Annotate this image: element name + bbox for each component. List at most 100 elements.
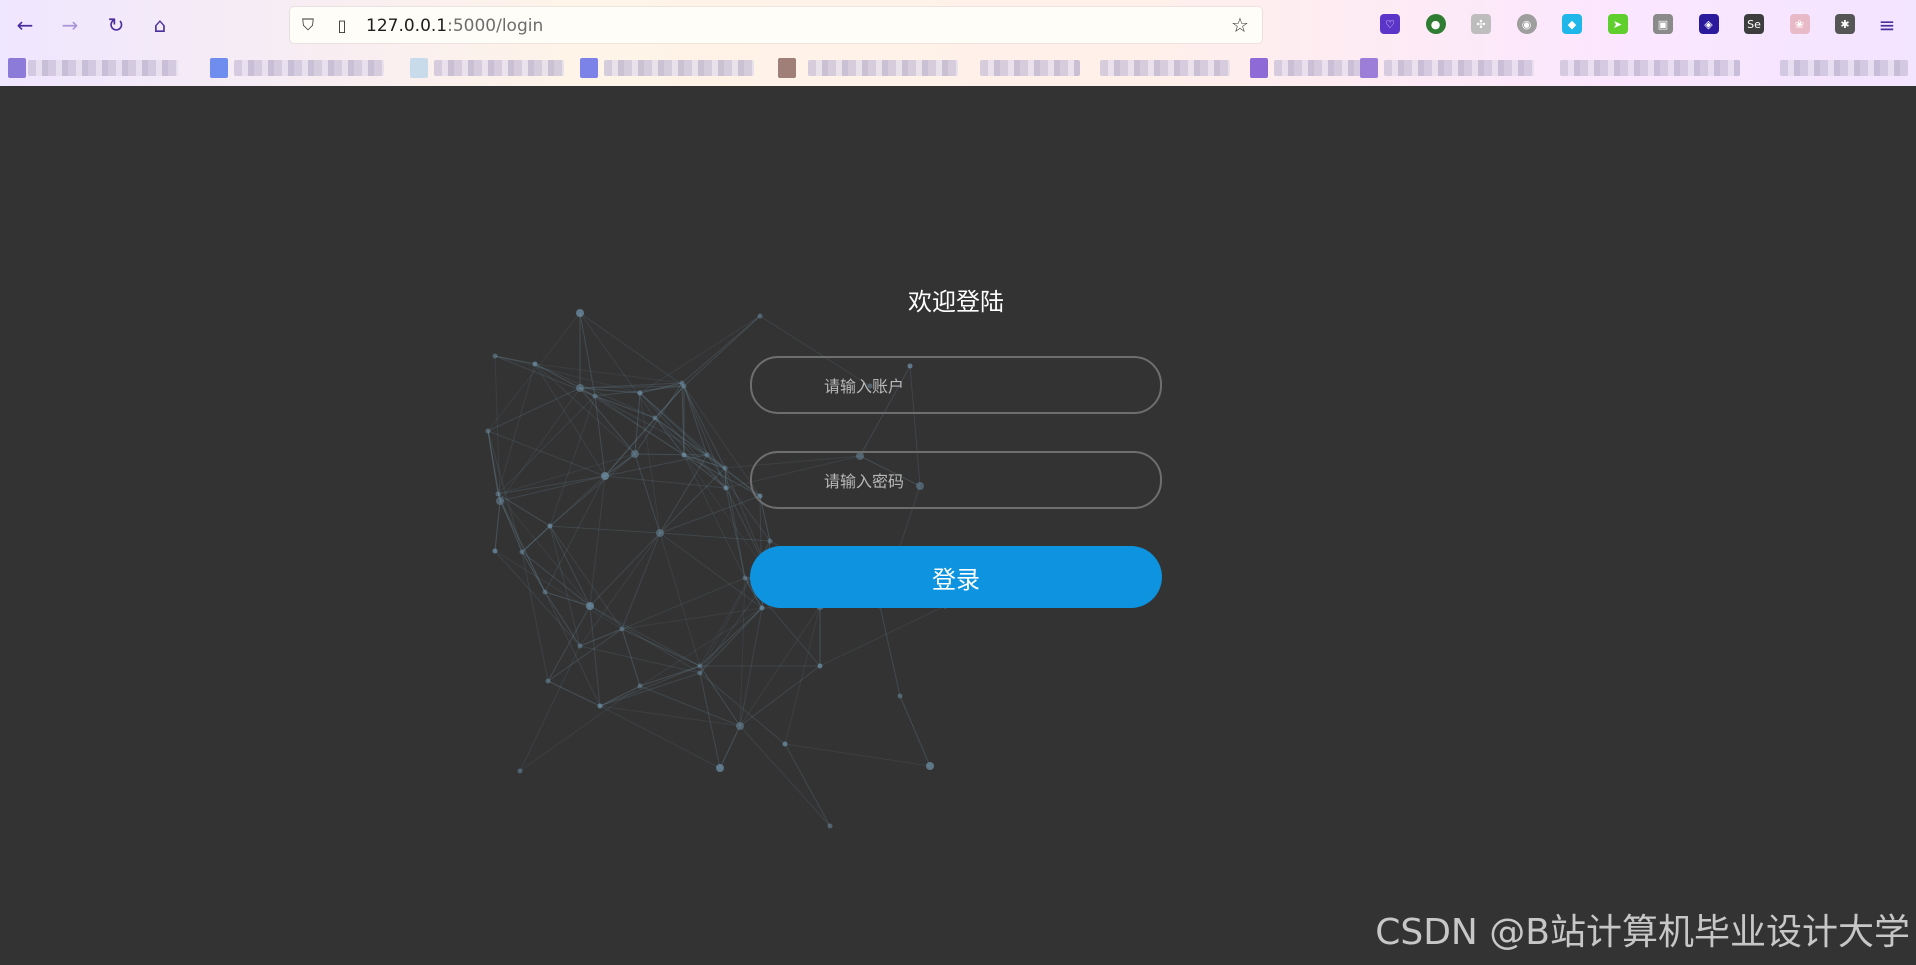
network-line	[589, 532, 661, 607]
network-line	[681, 315, 761, 384]
page-info-icon[interactable]: ▯	[332, 15, 352, 35]
network-extension-icon[interactable]: ✣	[1471, 14, 1491, 34]
address-bar[interactable]: ⛉ ▯ 127.0.0.1:5000/login ☆	[290, 7, 1262, 43]
network-line	[739, 725, 831, 827]
url-host: 127.0.0.1	[366, 16, 448, 36]
network-line	[521, 551, 591, 607]
login-button[interactable]: 登录	[750, 546, 1162, 608]
network-node	[637, 390, 643, 396]
layers-extension-icon[interactable]: ◈	[1698, 14, 1719, 34]
network-line	[521, 551, 546, 593]
network-line	[784, 605, 821, 745]
url-path: :5000/login	[447, 16, 544, 36]
selenium-extension-icon[interactable]: Se	[1744, 14, 1764, 34]
network-line	[604, 475, 727, 489]
bookmark-item[interactable]	[1100, 60, 1230, 76]
network-node	[759, 605, 765, 611]
network-line	[547, 628, 623, 682]
bookmarks-bar	[0, 56, 1916, 82]
network-node	[736, 722, 744, 730]
network-node	[697, 670, 703, 676]
network-node	[681, 452, 687, 458]
network-line	[621, 607, 763, 630]
bookmark-item[interactable]	[1384, 60, 1534, 76]
network-node	[897, 693, 903, 699]
csdn-watermark: CSDN @B站计算机毕业设计大学	[1375, 912, 1910, 953]
network-node	[619, 626, 625, 632]
back-arrow-icon[interactable]: ←	[10, 10, 40, 40]
circle-extension-icon[interactable]: ◉	[1516, 14, 1537, 34]
gray-extension-icon[interactable]: ▣	[1653, 14, 1673, 34]
network-node	[597, 703, 603, 709]
hamburger-menu-icon[interactable]: ≡	[1872, 10, 1902, 40]
bookmark-icon[interactable]	[778, 58, 796, 78]
bookmark-icon[interactable]	[1360, 58, 1378, 78]
tracking-shield-icon[interactable]: ⛉	[298, 15, 318, 35]
bookmark-icon[interactable]	[580, 58, 598, 78]
network-line	[599, 685, 641, 707]
network-line	[879, 605, 901, 697]
network-node	[592, 393, 598, 399]
green-extension-icon[interactable]: ●	[1425, 14, 1446, 34]
home-icon[interactable]: ⌂	[145, 10, 175, 40]
network-node	[697, 663, 703, 669]
network-node	[767, 538, 773, 544]
cyan-extension-icon[interactable]: ◆	[1562, 14, 1582, 34]
forward-arrow-icon[interactable]: →	[55, 10, 85, 40]
green-arrow-extension-icon[interactable]: ➤	[1607, 14, 1628, 34]
pink-extension-icon[interactable]: ❀	[1789, 14, 1810, 34]
network-line	[639, 392, 661, 534]
network-node	[532, 361, 538, 367]
network-line	[534, 363, 606, 477]
account-field[interactable]	[750, 356, 1162, 414]
network-line	[634, 453, 708, 456]
password-input[interactable]	[822, 453, 1146, 509]
network-line	[521, 525, 551, 553]
network-line	[719, 725, 741, 769]
reload-icon[interactable]: ↻	[101, 10, 131, 40]
bookmark-icon[interactable]	[210, 58, 228, 78]
bookmark-star-icon[interactable]: ☆	[1230, 13, 1250, 37]
network-line	[494, 550, 623, 630]
network-node	[586, 602, 594, 610]
network-line	[659, 454, 708, 534]
network-line	[683, 315, 761, 387]
bookmark-item[interactable]	[980, 60, 1080, 76]
network-node	[926, 762, 934, 770]
bookmark-item[interactable]	[1560, 60, 1740, 76]
network-node	[576, 384, 584, 392]
network-node	[716, 764, 724, 772]
network-node	[545, 678, 551, 684]
network-line	[497, 363, 536, 495]
network-line	[784, 743, 931, 767]
password-field[interactable]	[750, 451, 1162, 509]
url-text[interactable]: 127.0.0.1:5000/login	[366, 16, 543, 36]
network-line	[659, 467, 726, 534]
network-node	[631, 450, 639, 458]
network-line	[621, 532, 661, 630]
network-node	[577, 643, 583, 649]
network-node	[496, 497, 504, 505]
bookmark-item[interactable]	[808, 60, 958, 76]
account-input[interactable]	[822, 358, 1146, 414]
bookmark-item[interactable]	[434, 60, 564, 76]
bookmark-item[interactable]	[28, 60, 178, 76]
network-line	[549, 525, 591, 607]
pocket-icon[interactable]: ♡	[1380, 14, 1400, 34]
bookmark-item[interactable]	[604, 60, 754, 76]
bookmark-icon[interactable]	[8, 58, 26, 78]
network-node	[542, 589, 548, 595]
bookmark-item[interactable]	[234, 60, 384, 76]
bookmark-icon[interactable]	[1250, 58, 1268, 78]
network-line	[639, 315, 761, 394]
network-line	[579, 312, 596, 397]
network-line	[599, 665, 701, 707]
bookmark-item[interactable]	[1780, 60, 1908, 76]
network-node	[723, 485, 729, 491]
network-line	[659, 495, 761, 534]
network-node	[547, 523, 553, 529]
bug-extension-icon[interactable]: ✱	[1835, 14, 1855, 34]
network-line	[519, 685, 641, 772]
bookmark-icon[interactable]	[410, 58, 428, 78]
bookmark-item[interactable]	[1274, 60, 1364, 76]
